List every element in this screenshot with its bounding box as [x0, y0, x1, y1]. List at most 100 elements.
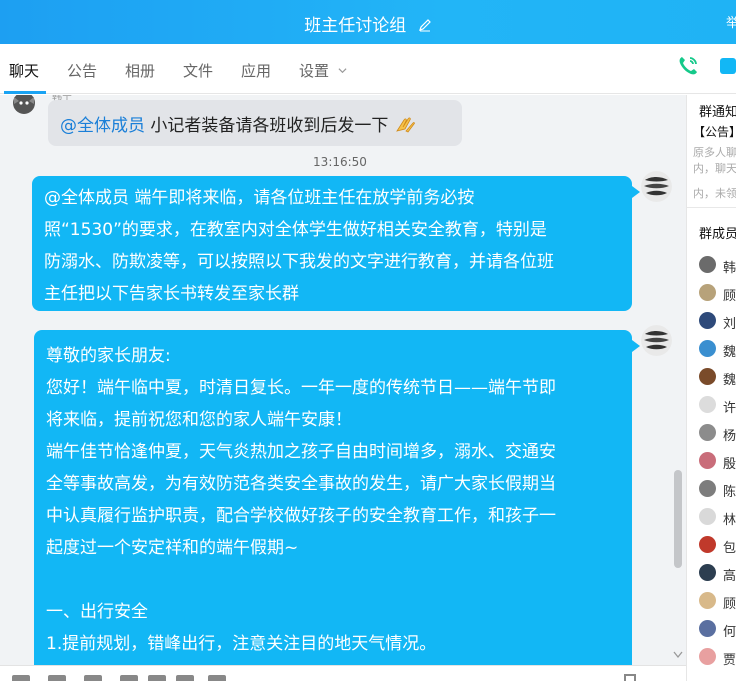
more-icon[interactable] [208, 675, 226, 681]
tab-album[interactable]: 相册 [125, 60, 155, 81]
member-avatar [699, 508, 716, 525]
member-item[interactable]: 包 [699, 535, 736, 556]
member-item[interactable]: 何 [699, 619, 736, 640]
message-line: 中认真履行监护职责，配合学校做好孩子的安全教育工作，和孩子一 [46, 506, 556, 526]
sender-avatar[interactable] [8, 95, 40, 115]
tab-bar: 聊天 公告 相册 文件 应用 设置 [0, 44, 736, 94]
member-item[interactable]: 顾 [699, 591, 736, 612]
video-call-icon[interactable] [720, 56, 736, 76]
message-line: 主任把以下告家长书转发至家长群 [44, 284, 299, 304]
message-bubble-sent[interactable]: @全体成员 端午即将来临，请各位班主任在放学前务必按 照“1530”的要求，在教… [32, 176, 632, 311]
group-side-panel: 群通知 【公告】 原多人聊 内，聊天 内，未领 群成员 韩顾刘魏魏许杨殷陈林包高… [686, 95, 736, 681]
scroll-down-arrow-icon[interactable] [673, 651, 683, 659]
screenshot-icon[interactable] [84, 675, 102, 681]
chat-message-area[interactable]: 韩宁 @全体成员 小记者装备请各班收到后发一下 13:16:50 @全体成员 端… [0, 95, 686, 665]
member-name: 殷 [723, 457, 736, 472]
tab-settings[interactable]: 设置 [299, 60, 347, 81]
tab-files[interactable]: 文件 [183, 60, 213, 81]
member-item[interactable]: 贾 [699, 647, 736, 668]
member-avatar [699, 452, 716, 469]
emoji-icon[interactable] [12, 675, 30, 681]
input-toolbar [0, 665, 686, 681]
group-members-title: 群成员 [699, 227, 736, 242]
message-line: 将来临，提前祝您和您的家人端午安康！ [46, 410, 352, 430]
message-line: 您好！端午临中夏，时清日复长。一年一度的传统节日——端午节即 [46, 378, 556, 398]
my-avatar[interactable] [641, 171, 672, 202]
message-line: 端午佳节恰逢仲夏，天气炎热加之孩子自由时间增多，溺水、交通安 [46, 442, 556, 462]
notice-line: 内，未领 [693, 187, 736, 200]
image-icon[interactable] [148, 675, 166, 681]
tab-settings-label: 设置 [299, 62, 330, 80]
message-line: 全等事故高发，为有效防范各类安全事故的发生，请广大家长假期当 [46, 474, 556, 494]
member-avatar [699, 368, 716, 385]
member-item[interactable]: 杨 [699, 423, 736, 444]
edit-title-icon[interactable] [418, 18, 432, 32]
member-item[interactable]: 殷 [699, 451, 736, 472]
member-avatar [699, 396, 716, 413]
mention-all[interactable]: @全体成员 [60, 116, 145, 136]
member-name: 何 [723, 625, 736, 640]
window-title-wrap: 班主任讨论组 [0, 11, 736, 36]
tab-announcement[interactable]: 公告 [67, 60, 97, 81]
member-name: 陈 [723, 485, 736, 500]
message-line: @全体成员 端午即将来临，请各位班主任在放学前务必按 [44, 188, 475, 208]
message-line-blank [46, 564, 620, 596]
member-name: 包 [723, 541, 736, 556]
message-bubble-received[interactable]: @全体成员 小记者装备请各班收到后发一下 [48, 100, 462, 146]
member-name: 贾 [723, 653, 736, 668]
side-divider [687, 207, 736, 208]
folder-icon[interactable] [120, 675, 138, 681]
message-line: 尊敬的家长朋友: [46, 346, 171, 366]
member-name: 魏 [723, 373, 736, 388]
window-title: 班主任讨论组 [304, 16, 407, 36]
group-notice-title[interactable]: 群通知 [699, 101, 736, 120]
message-line: 起度过一个安定祥和的端午假期~ [46, 538, 299, 558]
member-item[interactable]: 魏 [699, 367, 736, 388]
tab-chat[interactable]: 聊天 [9, 60, 39, 81]
message-line: 1.提前规划，错峰出行，注意关注目的地天气情况。 [46, 634, 437, 654]
member-item[interactable]: 顾 [699, 283, 736, 304]
member-avatar [699, 620, 716, 637]
gif-icon[interactable] [48, 675, 66, 681]
member-item[interactable]: 韩 [699, 255, 736, 276]
tab-apps[interactable]: 应用 [241, 60, 271, 81]
member-item[interactable]: 魏 [699, 339, 736, 360]
member-item[interactable]: 高 [699, 563, 736, 584]
history-icon[interactable] [624, 674, 636, 681]
notice-line[interactable]: 【公告】 [693, 123, 736, 140]
chat-scrollbar-thumb[interactable] [674, 470, 682, 568]
bubble-tail [632, 340, 640, 352]
member-avatar [699, 564, 716, 581]
member-name: 刘 [723, 317, 736, 332]
member-item[interactable]: 刘 [699, 311, 736, 332]
member-item[interactable]: 林 [699, 507, 736, 528]
message-bubble-sent[interactable]: 尊敬的家长朋友: 您好！端午临中夏，时清日复长。一年一度的传统节日——端午节即 … [34, 330, 632, 665]
message-line: 防溺水、防欺凌等，可以按照以下我发的文字进行教育，并请各位班 [44, 252, 554, 272]
member-name: 韩 [723, 261, 736, 276]
message-text: 小记者装备请各班收到后发一下 [145, 116, 389, 136]
member-item[interactable]: 陈 [699, 479, 736, 500]
member-avatar [699, 312, 716, 329]
member-avatar [699, 592, 716, 609]
member-avatar [699, 536, 716, 553]
chat-scrollbar[interactable] [672, 95, 684, 665]
message-line: 一、出行安全 [46, 602, 148, 622]
chevron-down-icon [338, 68, 347, 74]
message-line: 照“1530”的要求，在教室内对全体学生做好相关安全教育，特别是 [44, 220, 547, 240]
my-avatar[interactable] [641, 325, 672, 356]
notice-line: 内，聊天 [693, 162, 736, 175]
member-avatar [699, 648, 716, 665]
member-name: 高 [723, 569, 736, 584]
phone-call-icon[interactable] [676, 54, 700, 78]
title-corner-text: 举 [726, 16, 736, 31]
member-name: 许 [723, 401, 736, 416]
title-bar: 班主任讨论组 举 [0, 0, 736, 44]
member-name: 林 [723, 513, 736, 528]
member-avatar [699, 284, 716, 301]
member-name: 顾 [723, 597, 736, 612]
active-tab-indicator [4, 91, 46, 94]
member-item[interactable]: 许 [699, 395, 736, 416]
voice-icon[interactable] [176, 675, 194, 681]
member-name: 魏 [723, 345, 736, 360]
bubble-tail [632, 186, 640, 198]
